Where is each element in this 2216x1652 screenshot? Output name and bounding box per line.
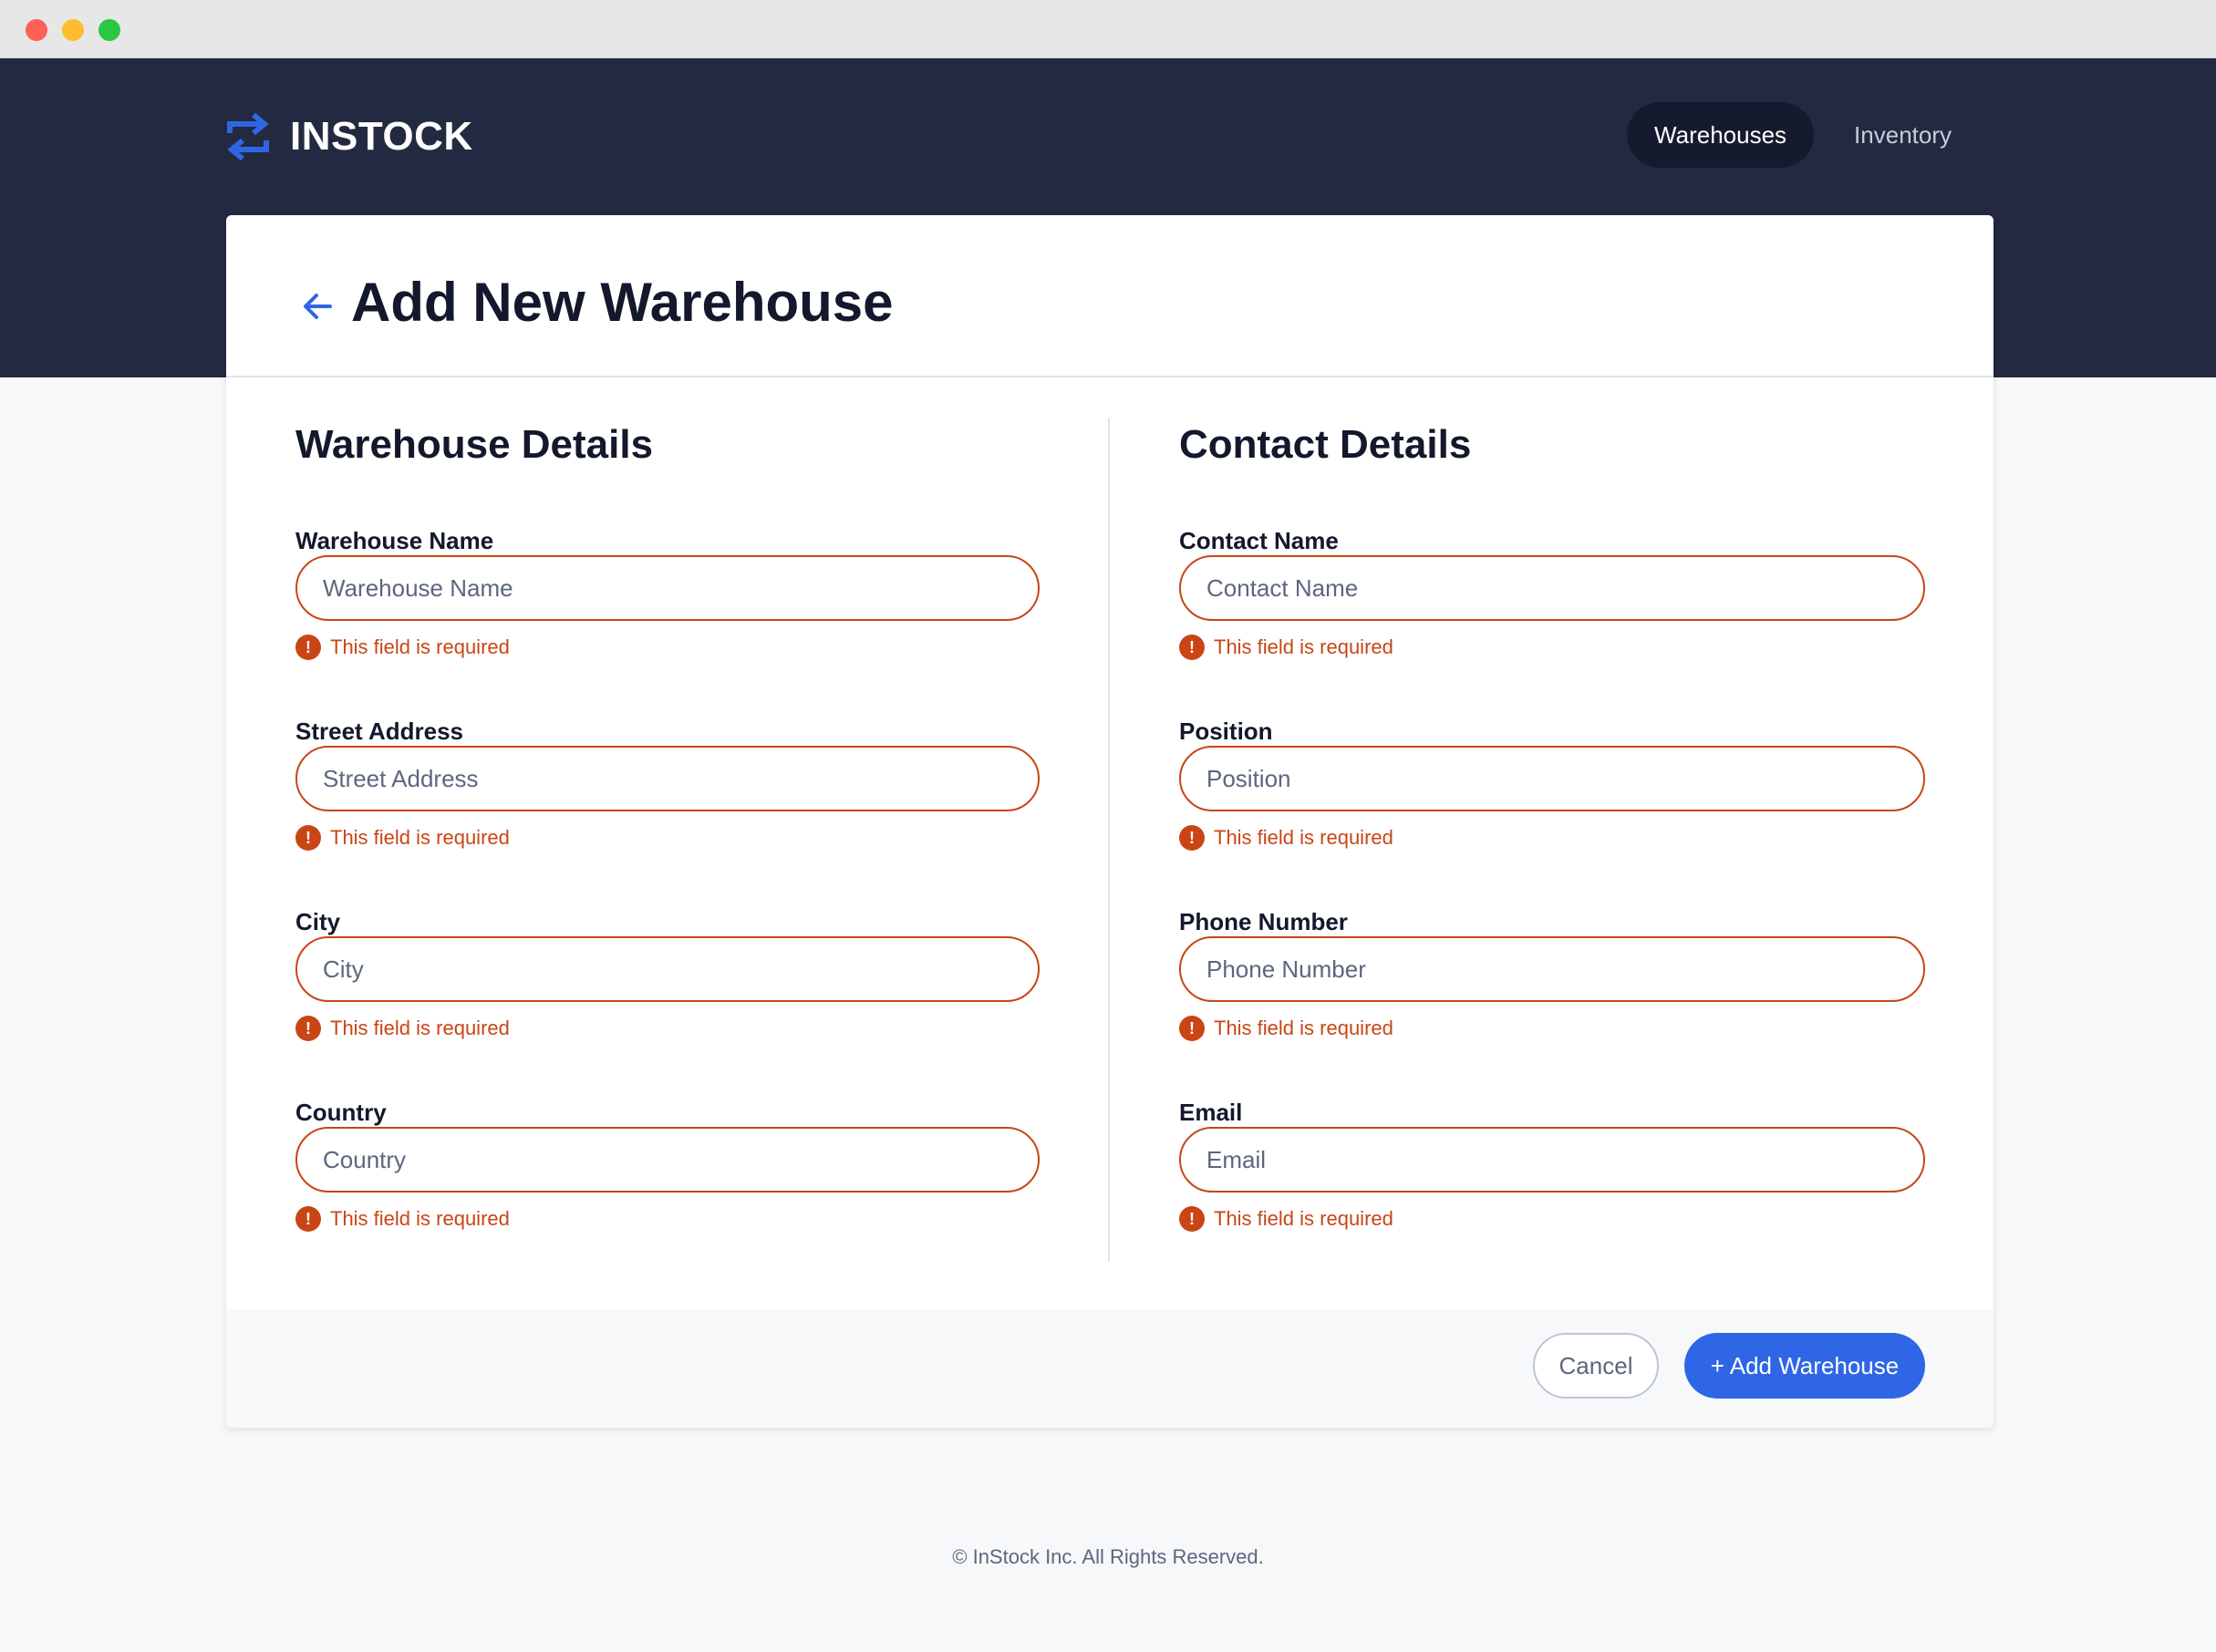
add-warehouse-button[interactable]: + Add Warehouse: [1684, 1333, 1925, 1399]
section-divider: [1108, 418, 1110, 1262]
error-message: This field is required: [1214, 635, 1393, 658]
error-icon: !: [295, 825, 321, 851]
close-window-button[interactable]: [26, 19, 47, 41]
error-message: This field is required: [330, 826, 510, 849]
cancel-button[interactable]: Cancel: [1533, 1333, 1659, 1399]
field-label: Email: [1179, 1099, 1243, 1126]
error-message: This field is required: [1214, 1017, 1393, 1039]
maximize-window-button[interactable]: [98, 19, 120, 41]
window-titlebar: [0, 0, 2216, 58]
field-label: Phone Number: [1179, 908, 1348, 935]
error-message: This field is required: [330, 1017, 510, 1039]
field-error: ! This field is required: [1179, 1016, 1393, 1041]
field-error: ! This field is required: [1179, 825, 1393, 851]
field-error: ! This field is required: [295, 1016, 510, 1041]
error-icon: !: [1179, 1206, 1205, 1232]
city-input[interactable]: [295, 936, 1040, 1002]
copyright-text: © InStock Inc. All Rights Reserved.: [952, 1545, 1264, 1568]
nav-item-inventory[interactable]: Inventory: [1827, 102, 1979, 168]
field-label: Street Address: [295, 718, 463, 745]
email-input[interactable]: [1179, 1127, 1925, 1193]
brand-logo[interactable]: INSTOCK: [226, 113, 473, 160]
field-label: Contact Name: [1179, 527, 1339, 554]
warehouse-name-input[interactable]: [295, 555, 1040, 621]
error-message: This field is required: [1214, 1207, 1393, 1230]
page-title: Add New Warehouse: [351, 272, 894, 333]
error-icon: !: [1179, 825, 1205, 851]
error-icon: !: [1179, 635, 1205, 660]
field-error: ! This field is required: [295, 635, 510, 660]
error-message: This field is required: [330, 1207, 510, 1230]
position-input[interactable]: [1179, 746, 1925, 811]
country-input[interactable]: [295, 1127, 1040, 1193]
error-message: This field is required: [330, 635, 510, 658]
section-title: Contact Details: [1179, 422, 1472, 467]
phone-number-input[interactable]: [1179, 936, 1925, 1002]
nav-item-warehouses[interactable]: Warehouses: [1627, 102, 1815, 168]
arrow-left-icon[interactable]: [299, 288, 336, 325]
field-error: ! This field is required: [1179, 635, 1393, 660]
minimize-window-button[interactable]: [62, 19, 84, 41]
contact-name-input[interactable]: [1179, 555, 1925, 621]
field-label: Position: [1179, 718, 1273, 745]
swap-arrows-icon: [227, 113, 269, 160]
error-icon: !: [295, 1016, 321, 1041]
field-error: ! This field is required: [295, 825, 510, 851]
field-label: Country: [295, 1099, 387, 1126]
error-icon: !: [295, 635, 321, 660]
error-icon: !: [295, 1206, 321, 1232]
field-error: ! This field is required: [295, 1206, 510, 1232]
street-address-input[interactable]: [295, 746, 1040, 811]
error-message: This field is required: [1214, 826, 1393, 849]
add-warehouse-card: Add New Warehouse Warehouse Details Ware…: [226, 215, 1993, 1428]
brand-name: INSTOCK: [290, 114, 473, 159]
error-icon: !: [1179, 1016, 1205, 1041]
field-error: ! This field is required: [1179, 1206, 1393, 1232]
field-label: Warehouse Name: [295, 527, 494, 554]
form-actions: Cancel + Add Warehouse: [226, 1309, 1993, 1428]
card-header: Add New Warehouse: [226, 215, 1993, 377]
section-title: Warehouse Details: [295, 422, 654, 467]
field-label: City: [295, 908, 341, 935]
main-nav: Warehouses Inventory: [1614, 102, 1979, 168]
